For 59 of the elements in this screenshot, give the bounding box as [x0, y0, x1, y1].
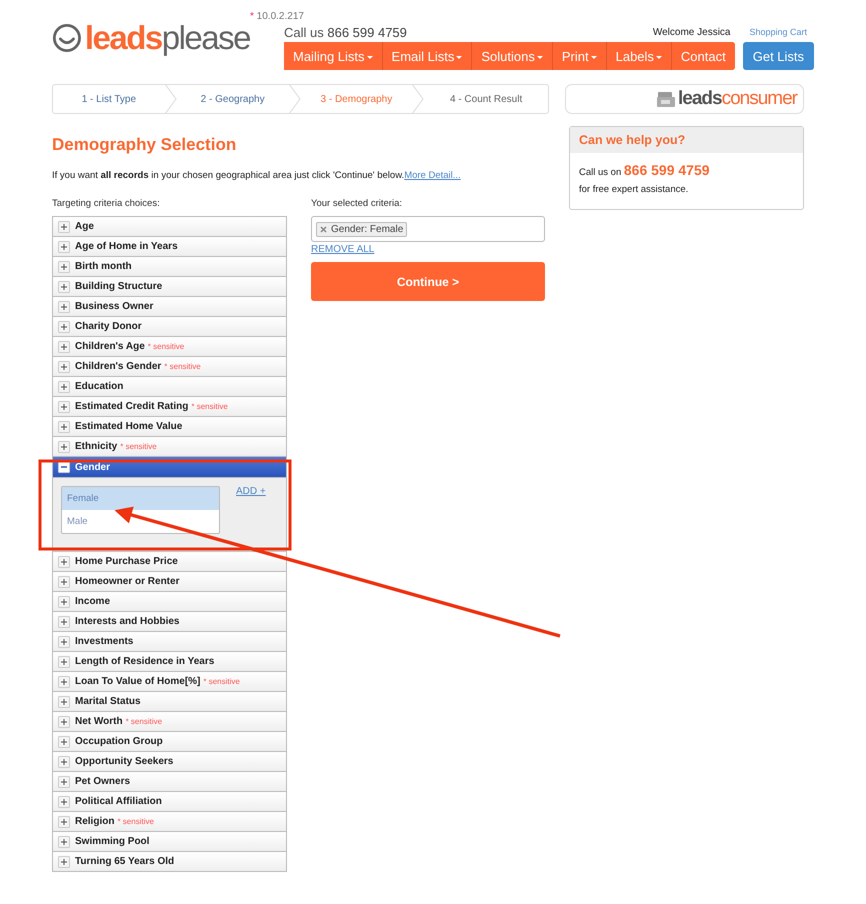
step-tab[interactable]: 1 - List Type	[53, 94, 165, 104]
expand-icon	[58, 320, 70, 332]
help-title: Can we help you?	[570, 127, 803, 153]
more-detail-link[interactable]: More Detail...	[404, 170, 461, 181]
sensitive-note: * sensitive	[148, 342, 184, 351]
smiley-icon	[52, 22, 82, 54]
expand-icon	[58, 440, 70, 452]
expand-icon	[58, 756, 70, 768]
expand-icon	[58, 300, 70, 312]
criteria-tag[interactable]: Gender: Female	[316, 222, 408, 236]
expand-icon	[58, 736, 70, 748]
phone-line: Call us 866 599 4759	[284, 24, 408, 40]
page-title: Demography Selection	[52, 135, 238, 155]
expand-icon	[58, 380, 70, 392]
expand-icon	[58, 676, 70, 688]
expand-icon	[58, 260, 70, 272]
expand-icon	[58, 836, 70, 848]
intro-text: If you want all records in your chosen geographical area just click 'Continue' below.	[52, 170, 404, 181]
choices-label: Targeting criteria choices:	[52, 198, 161, 210]
selected-label: Your selected criteria:	[311, 198, 404, 210]
expand-icon	[58, 856, 70, 868]
cards-icon	[656, 91, 675, 107]
sensitive-note: * sensitive	[164, 362, 201, 371]
expand-icon	[58, 556, 70, 568]
remove-icon	[320, 226, 327, 232]
expand-icon	[58, 796, 70, 808]
get-lists-button[interactable]: Get Lists	[742, 42, 814, 70]
logo-text: leadsplease	[84, 19, 250, 57]
expand-icon	[58, 776, 70, 788]
expand-icon	[58, 656, 70, 668]
step-tab[interactable]: 4 - Count Result	[424, 94, 548, 104]
help-note: for free expert assistance.	[579, 184, 690, 195]
collapse-icon	[58, 461, 70, 473]
expand-icon	[58, 340, 70, 352]
expand-icon	[58, 616, 70, 628]
expand-icon	[58, 240, 70, 252]
sensitive-note: * sensitive	[126, 717, 162, 726]
expand-icon	[58, 716, 70, 728]
selected-criteria-field[interactable]: Gender: Female	[311, 216, 545, 242]
expand-icon	[58, 280, 70, 292]
remove-all-link[interactable]: REMOVE ALL	[311, 244, 374, 255]
expand-icon	[58, 220, 70, 232]
partner-logo-text: leadsconsumer	[678, 88, 797, 110]
expand-icon	[58, 636, 70, 648]
expand-icon	[58, 596, 70, 608]
expand-icon	[58, 576, 70, 588]
expand-icon	[58, 816, 70, 828]
welcome-text: Welcome Jessica	[652, 26, 730, 38]
step-tab[interactable]: 2 - Geography	[176, 94, 288, 104]
sensitive-note: * sensitive	[117, 817, 154, 826]
expand-icon	[58, 696, 70, 708]
sensitive-note: * sensitive	[191, 402, 228, 411]
expand-icon	[58, 420, 70, 432]
expand-icon	[58, 360, 70, 372]
ip-note: * 10.0.2.217	[250, 11, 305, 23]
sensitive-note: * sensitive	[120, 442, 157, 451]
sensitive-note: * sensitive	[203, 677, 240, 686]
help-call-text: Call us on 866 599 4759	[579, 162, 711, 178]
expand-icon	[58, 400, 70, 412]
